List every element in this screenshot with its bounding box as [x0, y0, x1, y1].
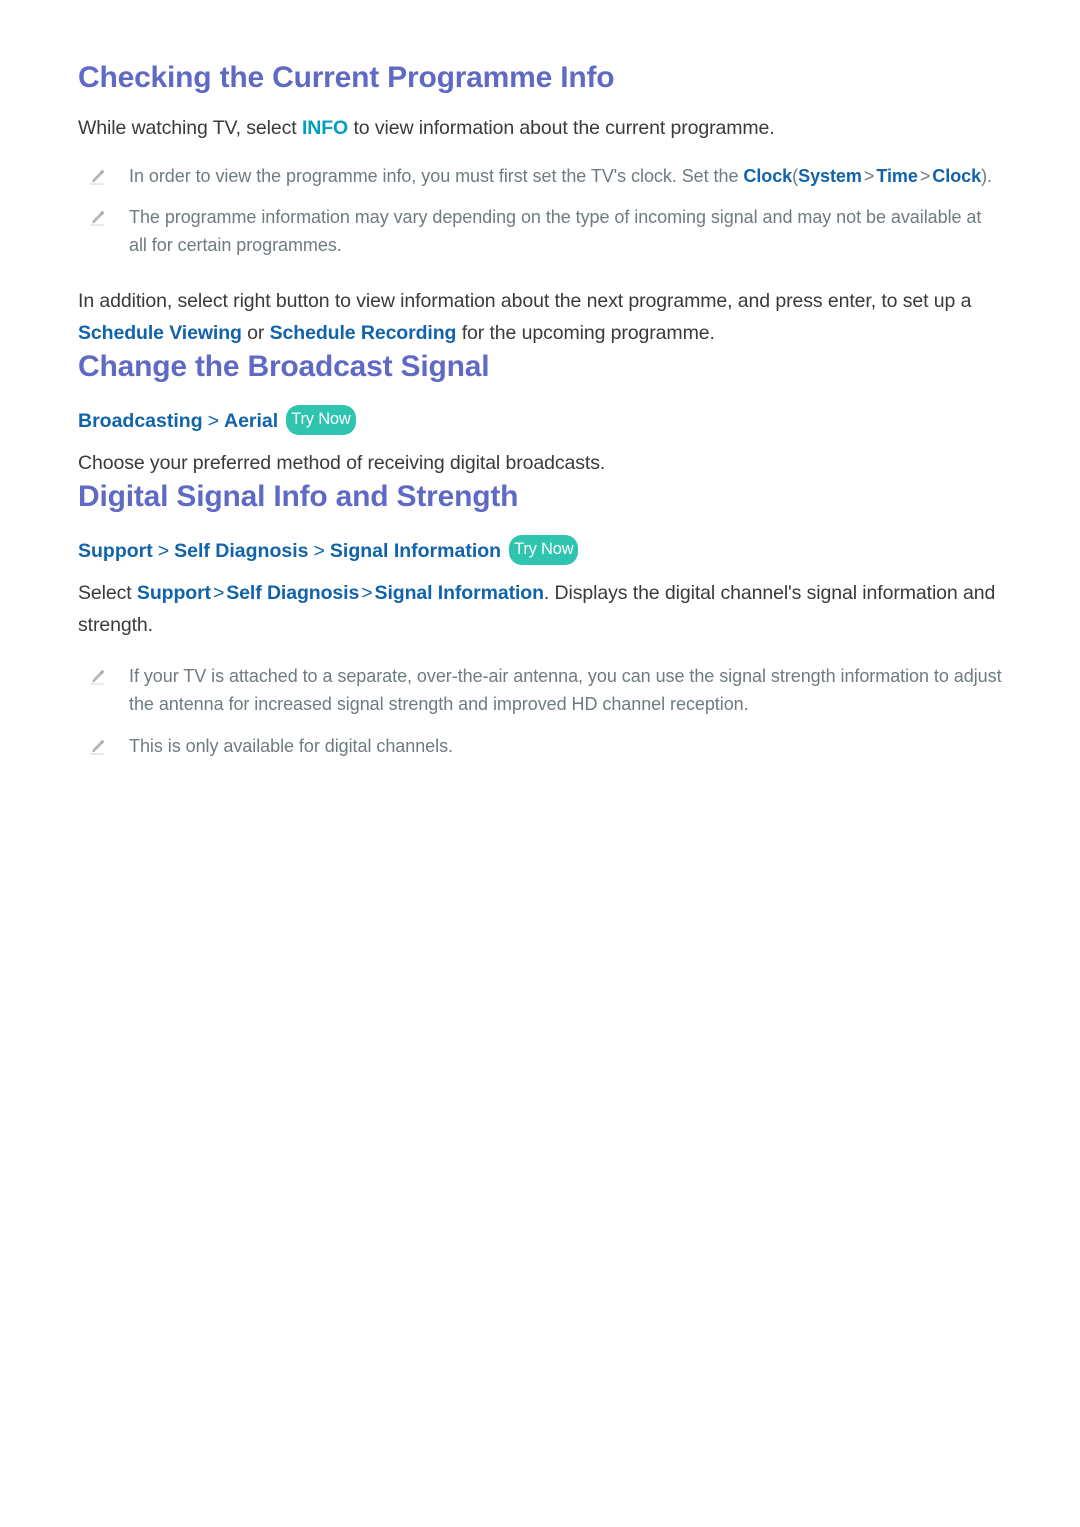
path-segment-broadcasting[interactable]: Broadcasting	[78, 407, 203, 436]
schedule-recording-link[interactable]: Schedule Recording	[270, 322, 457, 344]
note-text-post: .	[987, 165, 992, 186]
path-separator: >	[157, 539, 170, 562]
description-pre: Select	[78, 581, 137, 604]
note-text: This is only available for digital chann…	[129, 735, 453, 756]
pencil-icon	[87, 208, 107, 228]
pencil-icon	[87, 167, 107, 187]
note-text-pre: In order to view the programme info, you…	[129, 165, 744, 186]
path-segment-self-diagnosis[interactable]: Self Diagnosis	[226, 582, 359, 604]
note-text: The programme information may vary depen…	[129, 207, 982, 256]
closing-paragraph: In addition, select right button to view…	[78, 286, 1002, 349]
closing-mid: or	[241, 321, 270, 344]
intro-text-post: to view information about the current pr…	[348, 117, 775, 139]
pencil-icon	[87, 737, 107, 757]
note-item: In order to view the programme info, you…	[78, 163, 1002, 191]
note-text: In order to view the programme info, you…	[129, 163, 1002, 191]
pencil-icon	[87, 667, 107, 687]
path-separator: >	[863, 165, 875, 186]
section-heading-change-broadcast-signal: Change the Broadcast Signal	[78, 350, 490, 384]
closing-pre: In addition, select right button to view…	[78, 290, 972, 313]
path-separator: >	[919, 165, 931, 186]
note-item: This is only available for digital chann…	[78, 733, 1002, 761]
path-separator: >	[313, 539, 325, 562]
page-title: Checking the Current Programme Info	[78, 61, 615, 94]
path-segment-time: Time	[876, 165, 918, 186]
note-text: If your TV is attached to a separate, ov…	[129, 666, 1002, 715]
intro-paragraph: While watching TV, select INFO to view i…	[78, 113, 1002, 145]
path-segment-system: System	[798, 165, 862, 186]
path-segment-signal-information[interactable]: Signal Information	[375, 582, 544, 604]
schedule-viewing-link[interactable]: Schedule Viewing	[78, 322, 242, 344]
digital-signal-description: Select Support > Self Diagnosis > Signal Inf…	[78, 578, 1002, 641]
path-segment-self-diagnosis[interactable]: Self Diagnosis	[174, 537, 308, 566]
document-content: Checking the Current Programme Info Whil…	[78, 60, 1002, 761]
info-keyword: INFO	[301, 117, 349, 139]
try-now-badge[interactable]: Try Now	[286, 405, 356, 435]
path-segment-aerial[interactable]: Aerial	[224, 407, 278, 436]
document-page: Checking the Current Programme Info Whil…	[0, 0, 1080, 1527]
menu-path-support-self-diagnosis: Support > Self Diagnosis > Signal Inform…	[78, 535, 1002, 566]
menu-path-broadcasting-aerial: Broadcasting > Aerial Try Now	[78, 405, 1002, 436]
broadcast-signal-description: Choose your preferred method of receivin…	[78, 451, 606, 474]
path-separator: >	[212, 581, 225, 604]
path-separator: >	[207, 409, 219, 432]
path-segment-support[interactable]: Support	[137, 582, 211, 604]
path-segment-support[interactable]: Support	[78, 537, 153, 566]
note-item: The programme information may vary depen…	[78, 204, 1002, 260]
section-heading-digital-signal-info: Digital Signal Info and Strength	[78, 480, 519, 514]
intro-text-pre: While watching TV, select	[78, 117, 302, 139]
note-item: If your TV is attached to a separate, ov…	[78, 663, 1002, 719]
try-now-badge[interactable]: Try Now	[509, 535, 579, 565]
closing-post: for the upcoming programme.	[456, 321, 715, 344]
path-segment-clock: Clock	[932, 165, 982, 186]
path-separator: >	[361, 581, 373, 604]
clock-keyword: Clock	[743, 165, 793, 186]
path-segment-signal-information[interactable]: Signal Information	[330, 537, 501, 566]
